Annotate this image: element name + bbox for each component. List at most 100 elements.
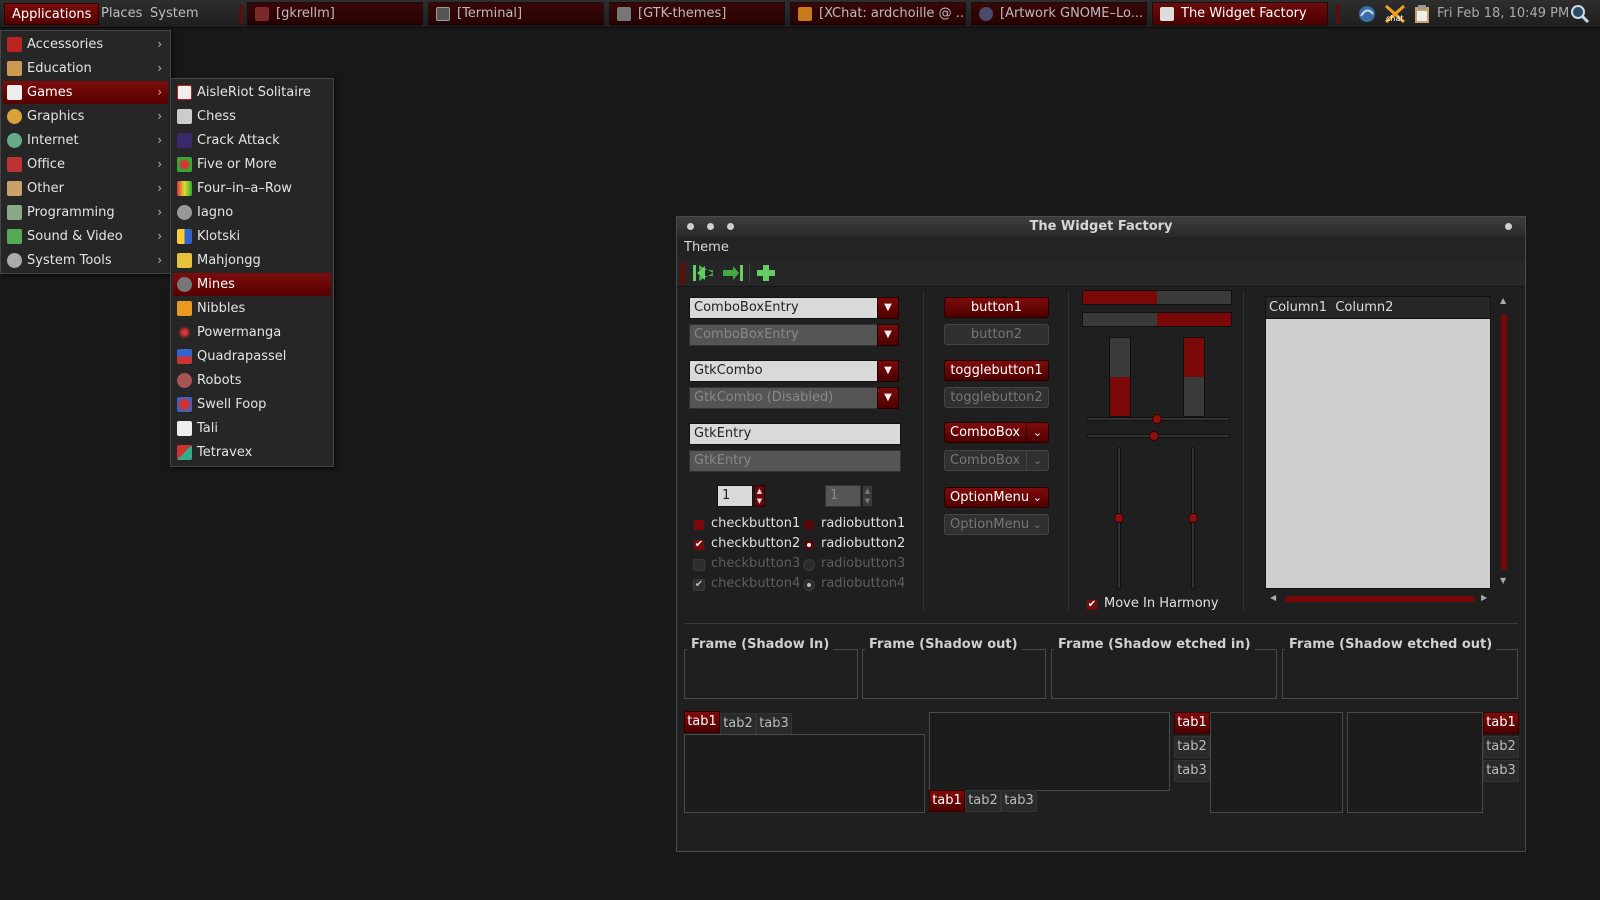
mahjongg-icon — [177, 253, 192, 268]
frame-shadow-out — [862, 649, 1046, 699]
network-icon[interactable] — [1357, 4, 1377, 24]
tab1-top[interactable]: tab1 — [684, 711, 720, 733]
checkbutton1[interactable] — [693, 519, 705, 531]
menu-item-crack-attack[interactable]: Crack Attack — [173, 129, 331, 152]
powermanga-icon — [177, 325, 192, 340]
tab3-top[interactable]: tab3 — [756, 713, 792, 735]
scroll-down-icon[interactable]: ▼ — [1500, 576, 1506, 585]
tab1-right[interactable]: tab1 — [1483, 712, 1519, 734]
menu-item-system-tools[interactable]: System Tools › — [3, 249, 168, 272]
scroll-up-icon[interactable]: ▲ — [1500, 296, 1506, 305]
checkbutton2[interactable]: ✔ — [693, 539, 705, 551]
applications-menu[interactable]: Applications — [4, 3, 100, 25]
task-widget-factory[interactable]: The Widget Factory — [1152, 2, 1328, 26]
scroll-thumb[interactable] — [1285, 596, 1475, 602]
menu-item-internet[interactable]: Internet › — [3, 129, 168, 152]
spin-arrows[interactable]: ▲ ▼ — [754, 485, 765, 507]
task-xchat[interactable]: [XChat: ardchoille @ ... — [790, 2, 966, 26]
scroll-thumb[interactable] — [1501, 314, 1507, 570]
menu-item-four-in-a-row[interactable]: Four–in–a–Row — [173, 177, 331, 200]
xchat-tray-icon[interactable]: chat — [1384, 4, 1405, 24]
search-icon[interactable] — [1570, 4, 1590, 24]
menu-item-education[interactable]: Education › — [3, 57, 168, 80]
button1[interactable]: button1 — [944, 297, 1049, 318]
menu-item-five-or-more[interactable]: Five or More — [173, 153, 331, 176]
move-in-harmony-check[interactable]: ✔ — [1086, 599, 1098, 611]
chevron-right-icon: › — [157, 37, 162, 51]
menu-item-nibbles[interactable]: Nibbles — [173, 297, 331, 320]
tab3-bottom[interactable]: tab3 — [1001, 790, 1037, 812]
menu-item-games[interactable]: Games › — [3, 81, 168, 104]
tree-hscrollbar[interactable]: ◀ ▶ — [1265, 593, 1491, 604]
menu-item-office[interactable]: Office › — [3, 153, 168, 176]
toolbar-handle[interactable] — [681, 263, 685, 285]
tree-view[interactable]: Column1 Column2 — [1265, 296, 1491, 589]
chevron-down-icon[interactable]: ▼ — [877, 297, 899, 319]
slider-knob[interactable] — [1152, 414, 1162, 424]
task-terminal[interactable]: [Terminal] — [428, 2, 604, 26]
gtkentry[interactable]: GtkEntry — [689, 423, 901, 445]
gtkcombo[interactable]: GtkCombo — [689, 360, 878, 382]
menu-item-swell-foop[interactable]: Swell Foop — [173, 393, 331, 416]
tab1-left[interactable]: tab1 — [1174, 712, 1210, 734]
menu-item-tali[interactable]: Tali — [173, 417, 331, 440]
chevron-down-icon: ▼ — [877, 324, 899, 346]
menu-item-aisleriot[interactable]: AisleRiot Solitaire — [173, 81, 331, 104]
optionmenu[interactable]: OptionMenu ⌄ — [944, 487, 1049, 508]
menu-item-mahjongg[interactable]: Mahjongg — [173, 249, 331, 272]
tab2-left[interactable]: tab2 — [1174, 736, 1210, 758]
combobox-entry[interactable]: ComboBoxEntry — [689, 297, 878, 319]
iagno-icon — [177, 205, 192, 220]
clipboard-icon[interactable] — [1413, 4, 1433, 24]
chevron-down-icon[interactable]: ▼ — [877, 360, 899, 382]
first-icon[interactable] — [691, 262, 715, 288]
scroll-right-icon[interactable]: ▶ — [1481, 593, 1487, 602]
spin-button[interactable]: 1 — [717, 485, 753, 507]
menu-item-klotski[interactable]: Klotski — [173, 225, 331, 248]
top-panel: Applications Places System [gkrellm] [Te… — [0, 0, 1600, 28]
menu-item-programming[interactable]: Programming › — [3, 201, 168, 224]
task-artwork-gnome[interactable]: [Artwork GNOME–Lo... — [971, 2, 1147, 26]
slider-knob[interactable] — [1149, 431, 1159, 441]
add-icon[interactable] — [755, 263, 777, 287]
tab2-bottom[interactable]: tab2 — [965, 790, 1001, 812]
menu-item-sound-video[interactable]: Sound & Video › — [3, 225, 168, 248]
close-button[interactable] — [1505, 223, 1512, 230]
task-gkrellm[interactable]: [gkrellm] — [247, 2, 423, 26]
tab1-bottom[interactable]: tab1 — [929, 790, 965, 812]
system-menu[interactable]: System — [143, 3, 205, 25]
column1-header[interactable]: Column1 — [1269, 300, 1327, 315]
tree-vscrollbar[interactable]: ▲ ▼ — [1499, 296, 1509, 589]
menu-item-iagno[interactable]: Iagno — [173, 201, 331, 224]
combobox[interactable]: ComboBox ⌄ — [944, 422, 1049, 443]
tab2-top[interactable]: tab2 — [720, 713, 756, 735]
theme-menu[interactable]: Theme — [684, 239, 729, 257]
task-gtk-themes[interactable]: [GTK-themes] — [609, 2, 785, 26]
togglebutton1[interactable]: togglebutton1 — [944, 360, 1049, 381]
places-menu[interactable]: Places — [94, 3, 149, 25]
column2-header[interactable]: Column2 — [1335, 300, 1393, 315]
scroll-left-icon[interactable]: ◀ — [1270, 593, 1276, 602]
menu-item-robots[interactable]: Robots — [173, 369, 331, 392]
menu-item-accessories[interactable]: Accessories › — [3, 33, 168, 56]
menu-item-tetravex[interactable]: Tetravex — [173, 441, 331, 464]
radiobutton1[interactable] — [803, 519, 815, 531]
menu-item-chess[interactable]: Chess — [173, 105, 331, 128]
clock[interactable]: Fri Feb 18, 10:49 PM — [1437, 0, 1569, 28]
menu-item-quadrapassel[interactable]: Quadrapassel — [173, 345, 331, 368]
menu-item-mines[interactable]: Mines — [173, 273, 331, 296]
last-icon[interactable] — [721, 262, 745, 288]
slider-knob[interactable] — [1114, 513, 1124, 523]
menu-item-other[interactable]: Other › — [3, 177, 168, 200]
menu-item-graphics[interactable]: Graphics › — [3, 105, 168, 128]
resize-grip-icon[interactable]: ⋰ — [1513, 839, 1521, 847]
title-bar[interactable]: The Widget Factory — [677, 217, 1525, 237]
tab3-left[interactable]: tab3 — [1174, 760, 1210, 782]
slider-knob[interactable] — [1188, 513, 1198, 523]
tab2-right[interactable]: tab2 — [1483, 736, 1519, 758]
chevron-right-icon: › — [157, 181, 162, 195]
panel-separator — [239, 4, 243, 24]
radiobutton2[interactable] — [803, 539, 815, 551]
menu-item-powermanga[interactable]: Powermanga — [173, 321, 331, 344]
tab3-right[interactable]: tab3 — [1483, 760, 1519, 782]
